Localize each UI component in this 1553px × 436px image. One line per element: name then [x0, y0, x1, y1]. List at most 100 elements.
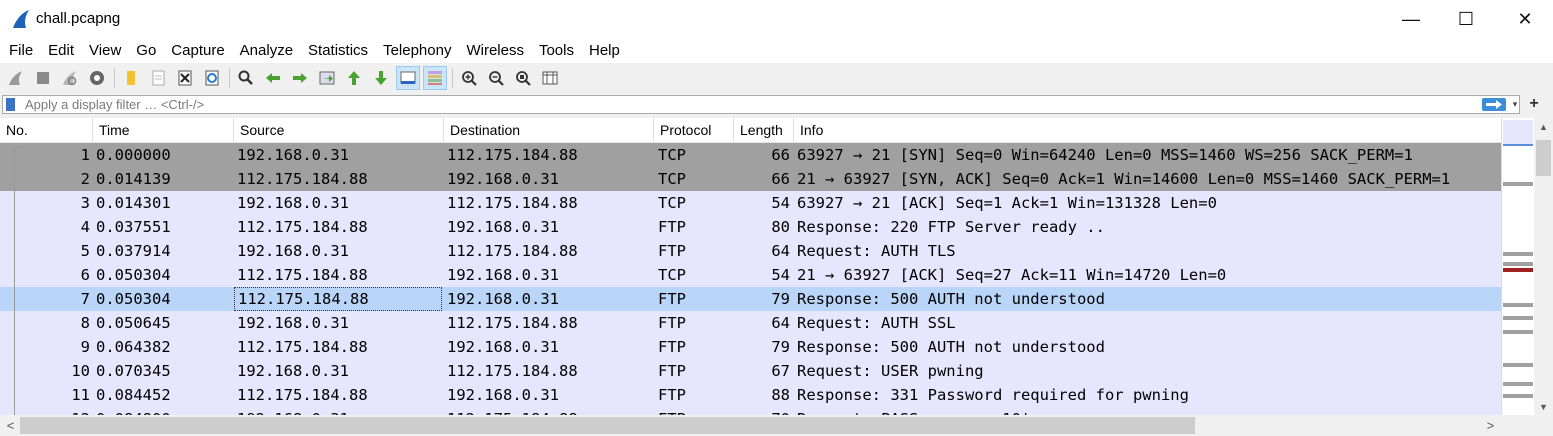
packet-row[interactable]: 8 0.050645 192.168.0.31 112.175.184.88 F…: [0, 311, 1501, 335]
column-header-source[interactable]: Source: [234, 118, 444, 142]
toolbar-separator: [452, 68, 453, 88]
filter-bookmark-icon[interactable]: [6, 98, 15, 111]
packet-row-selected[interactable]: 7 0.050304 112.175.184.88 192.168.0.31 F…: [0, 287, 1501, 311]
menu-statistics[interactable]: Statistics: [300, 38, 375, 63]
go-to-packet-icon[interactable]: [315, 66, 339, 90]
packet-info: Request: AUTH SSL: [797, 314, 956, 332]
go-first-packet-icon[interactable]: [342, 66, 366, 90]
packet-row[interactable]: 9 0.064382 112.175.184.88 192.168.0.31 F…: [0, 335, 1501, 359]
open-file-icon[interactable]: [119, 66, 143, 90]
filter-history-dropdown-icon[interactable]: ▾: [1510, 97, 1520, 112]
packet-source: 112.175.184.88: [237, 386, 368, 404]
packet-protocol: FTP: [658, 362, 686, 380]
packet-row[interactable]: 6 0.050304 112.175.184.88 192.168.0.31 T…: [0, 263, 1501, 287]
packet-minimap[interactable]: [1501, 118, 1534, 415]
packet-row[interactable]: 2 0.014139 112.175.184.88 192.168.0.31 T…: [0, 167, 1501, 191]
close-file-icon[interactable]: [173, 66, 197, 90]
horizontal-scroll-thumb[interactable]: [20, 417, 1195, 434]
packet-row[interactable]: 1 0.000000 192.168.0.31 112.175.184.88 T…: [0, 143, 1501, 167]
horizontal-scrollbar[interactable]: < >: [0, 415, 1553, 436]
zoom-normal-icon[interactable]: [511, 66, 535, 90]
column-header-info[interactable]: Info: [794, 118, 1501, 142]
packet-source: 112.175.184.88: [237, 338, 368, 356]
packet-row[interactable]: 4 0.037551 112.175.184.88 192.168.0.31 F…: [0, 215, 1501, 239]
packet-list[interactable]: No. Time Source Destination Protocol Len…: [0, 118, 1501, 415]
save-file-icon[interactable]: [146, 66, 170, 90]
minimap-mark: [1503, 262, 1533, 266]
maximize-button[interactable]: ☐: [1443, 0, 1489, 38]
restart-capture-icon[interactable]: [58, 66, 82, 90]
reload-file-icon[interactable]: [200, 66, 224, 90]
column-header-no[interactable]: No.: [0, 118, 93, 142]
packet-row[interactable]: 12 0.084800 192.168.0.31 112.175.184.88 …: [0, 407, 1501, 415]
packet-destination: 112.175.184.88: [447, 314, 578, 332]
menu-bar: File Edit View Go Capture Analyze Statis…: [0, 38, 1553, 63]
minimap-mark: [1503, 303, 1533, 307]
auto-scroll-icon[interactable]: [396, 66, 420, 90]
vertical-scroll-thumb[interactable]: [1536, 140, 1551, 176]
zoom-in-icon[interactable]: [457, 66, 481, 90]
packet-destination: 112.175.184.88: [447, 146, 578, 164]
packet-time: 0.014139: [96, 170, 171, 188]
minimap-mark: [1503, 363, 1533, 367]
resize-columns-icon[interactable]: [538, 66, 562, 90]
zoom-out-icon[interactable]: [484, 66, 508, 90]
menu-view[interactable]: View: [81, 38, 128, 63]
minimap-viewport-marker: [1503, 120, 1533, 146]
column-header-length[interactable]: Length: [734, 118, 794, 142]
packet-time: 0.000000: [96, 146, 171, 164]
menu-go[interactable]: Go: [128, 38, 163, 63]
title-bar: chall.pcapng — ☐ ✕: [0, 0, 1553, 38]
packet-time: 0.084800: [96, 407, 231, 415]
packet-time: 0.050304: [96, 290, 171, 308]
packet-length: 70: [738, 407, 790, 415]
apply-filter-arrow-icon[interactable]: [1482, 98, 1506, 111]
minimize-button[interactable]: —: [1388, 0, 1434, 38]
colorize-packet-list-icon[interactable]: [423, 66, 447, 90]
capture-options-gear-icon[interactable]: [85, 66, 109, 90]
menu-file[interactable]: File: [0, 38, 40, 63]
scroll-right-arrow-icon[interactable]: >: [1482, 417, 1499, 434]
packet-destination: 192.168.0.31: [447, 170, 559, 188]
packet-row[interactable]: 10 0.070345 192.168.0.31 112.175.184.88 …: [0, 359, 1501, 383]
window-title: chall.pcapng: [36, 10, 121, 27]
packet-info: 63927 → 21 [ACK] Seq=1 Ack=1 Win=131328 …: [797, 194, 1217, 212]
scroll-down-arrow-icon[interactable]: ▼: [1534, 398, 1553, 415]
column-header-destination[interactable]: Destination: [444, 118, 654, 142]
packet-info: Request: USER pwning: [797, 362, 984, 380]
packet-length: 67: [771, 362, 790, 380]
menu-edit[interactable]: Edit: [40, 38, 81, 63]
packet-source: 192.168.0.31: [237, 194, 349, 212]
packet-info: 21 → 63927 [SYN, ACK] Seq=0 Ack=1 Win=14…: [797, 170, 1451, 188]
go-forward-arrow-icon[interactable]: [288, 66, 312, 90]
packet-time: 0.037914: [96, 242, 171, 260]
scroll-up-arrow-icon[interactable]: ▲: [1534, 118, 1553, 135]
packet-row[interactable]: 3 0.014301 192.168.0.31 112.175.184.88 T…: [0, 191, 1501, 215]
menu-help[interactable]: Help: [581, 38, 627, 63]
menu-analyze[interactable]: Analyze: [232, 38, 300, 63]
menu-telephony[interactable]: Telephony: [375, 38, 458, 63]
menu-capture[interactable]: Capture: [163, 38, 231, 63]
packet-row[interactable]: 11 0.084452 112.175.184.88 192.168.0.31 …: [0, 383, 1501, 407]
start-capture-icon[interactable]: [4, 66, 28, 90]
display-filter-input[interactable]: [25, 96, 1425, 113]
column-header-time[interactable]: Time: [93, 118, 234, 142]
go-last-packet-icon[interactable]: [369, 66, 393, 90]
menu-wireless[interactable]: Wireless: [458, 38, 531, 63]
vertical-scrollbar[interactable]: ▲ ▼: [1534, 118, 1553, 415]
stop-capture-icon[interactable]: [31, 66, 55, 90]
packet-time: 0.050304: [96, 266, 171, 284]
packet-protocol: TCP: [658, 146, 686, 164]
toolbar-separator: [114, 68, 115, 88]
column-header-protocol[interactable]: Protocol: [654, 118, 734, 142]
packet-info: 21 → 63927 [ACK] Seq=27 Ack=11 Win=14720…: [797, 266, 1227, 284]
packet-protocol: FTP: [658, 290, 686, 308]
go-back-arrow-icon[interactable]: [261, 66, 285, 90]
add-filter-button-plus-icon[interactable]: +: [1524, 94, 1544, 114]
packet-source-focused-cell[interactable]: 112.175.184.88: [234, 287, 442, 311]
packet-row[interactable]: 5 0.037914 192.168.0.31 112.175.184.88 F…: [0, 239, 1501, 263]
scroll-left-arrow-icon[interactable]: <: [2, 417, 19, 434]
close-button[interactable]: ✕: [1502, 0, 1548, 38]
menu-tools[interactable]: Tools: [531, 38, 581, 63]
find-packet-icon[interactable]: [234, 66, 258, 90]
